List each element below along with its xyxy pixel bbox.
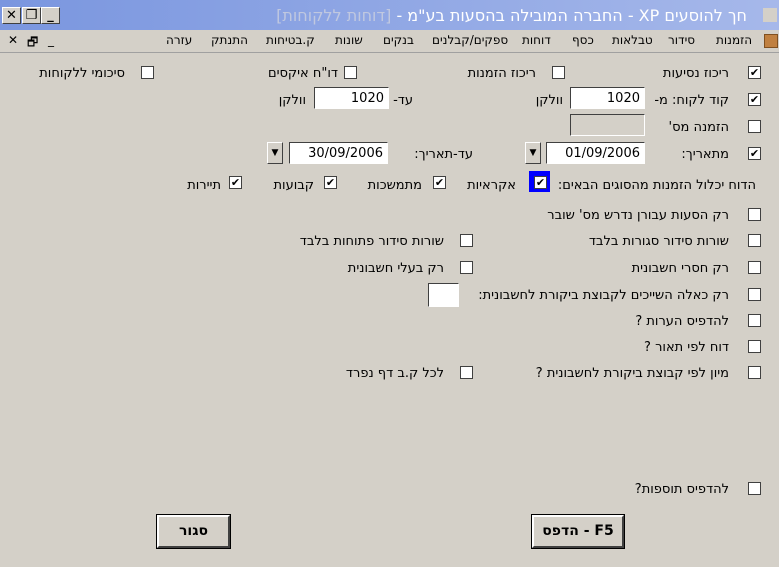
restore-window-button[interactable]: ❐ — [22, 7, 41, 24]
by-desc-checkbox[interactable] — [748, 340, 761, 353]
group-label: רק כאלה השייכים לקבוצת ביקורת לחשבונית: — [478, 288, 729, 303]
app-icon — [763, 8, 777, 22]
sort-group-checkbox[interactable] — [748, 366, 761, 379]
with-invoices-checkbox[interactable] — [460, 261, 473, 274]
from-date-label: מתאריך: — [681, 147, 729, 162]
menu-arrangement[interactable]: סידור — [668, 33, 695, 47]
menu-reports[interactable]: דוחות — [522, 33, 551, 47]
type-random-label: אקראיות — [467, 178, 516, 193]
with-invoices-label: רק בעלי חשבונית — [347, 261, 444, 276]
type-tourism-checkbox[interactable]: ✔ — [229, 176, 242, 189]
print-extras-label: להדפיס תוספות? — [634, 482, 729, 497]
type-fixed-label: קבועות — [273, 178, 314, 193]
title-bar: ✕ ❐ _ חך להוסעים XP - החברה המובילה בהסע… — [0, 0, 779, 30]
closed-lines-label: שורות סידור סגורות בלבד — [588, 234, 729, 249]
mdi-close-button[interactable]: ✕ — [8, 33, 18, 47]
from-date-checkbox[interactable]: ✔ — [748, 147, 761, 160]
minimize-window-button[interactable]: _ — [41, 7, 60, 24]
title-main: חך להוסעים XP - החברה המובילה בהסעות בע"… — [391, 6, 747, 25]
to-label: עד- — [393, 93, 413, 108]
print-button[interactable]: הדפס - F5 — [531, 514, 625, 549]
report-includes-label: הדוח יכלול הזמנות מהסוגים הבאים: — [557, 178, 756, 193]
customer-from-input[interactable] — [570, 87, 645, 109]
by-desc-label: דוח לפי תאור ? — [644, 340, 729, 355]
from-date-dropdown-button[interactable]: ▼ — [525, 142, 541, 164]
customer-code-checkbox[interactable]: ✔ — [748, 93, 761, 106]
window-title: חך להוסעים XP - החברה המובילה בהסעות בע"… — [276, 6, 747, 25]
type-fixed-checkbox[interactable]: ✔ — [324, 176, 337, 189]
mdi-restore-button[interactable]: 🗗 — [27, 33, 38, 54]
order-no-checkbox[interactable] — [748, 120, 761, 133]
menu-banks[interactable]: בנקים — [383, 33, 414, 47]
mdi-app-icon — [764, 34, 778, 48]
menu-bar: ✕ 🗗 _ הזמנות סידור טבלאות כסף דוחות ספקי… — [0, 30, 779, 53]
title-bracket: [דוחות ללקוחות] — [276, 6, 392, 25]
type-tourism-label: תיירות — [187, 178, 221, 193]
close-button[interactable]: סגור — [156, 514, 231, 549]
order-no-label: הזמנה מס' — [668, 120, 730, 135]
to-date-input[interactable] — [289, 142, 388, 164]
menu-safety[interactable]: ק.בטיחות — [266, 33, 315, 47]
to-date-label: עד-תאריך: — [414, 147, 473, 162]
doch-excel-checkbox[interactable] — [344, 66, 357, 79]
rikuz-hazmanot-label: ריכוז הזמנות — [467, 66, 536, 81]
customer-from-name: וולקן — [535, 93, 563, 108]
close-window-button[interactable]: ✕ — [2, 7, 21, 24]
rikuz-nesiot-label: ריכוז נסיעות — [662, 66, 729, 81]
print-notes-label: להדפיס הערות ? — [635, 314, 729, 329]
open-lines-checkbox[interactable] — [460, 234, 473, 247]
each-page-checkbox[interactable] — [460, 366, 473, 379]
type-random-checkbox[interactable]: ✔ — [534, 176, 547, 189]
sikumei-label: סיכומי ללקוחות — [39, 66, 125, 81]
group-input[interactable] — [428, 283, 459, 307]
mdi-minimize-button[interactable]: _ — [48, 33, 54, 47]
overtime-checkbox[interactable] — [748, 208, 761, 221]
menu-orders[interactable]: הזמנות — [716, 33, 752, 47]
no-invoices-label: רק חסרי חשבונית — [631, 261, 729, 276]
type-continuous-label: מתמשכות — [367, 178, 422, 193]
rikuz-hazmanot-checkbox[interactable] — [552, 66, 565, 79]
menu-money[interactable]: כסף — [572, 33, 594, 47]
group-checkbox[interactable] — [748, 288, 761, 301]
customer-to-input[interactable] — [314, 87, 389, 109]
sort-group-label: מיון לפי קבוצת ביקורת לחשבונית ? — [535, 366, 729, 381]
order-no-input[interactable] — [570, 114, 645, 136]
no-invoices-checkbox[interactable] — [748, 261, 761, 274]
open-lines-label: שורות סידור פתוחות בלבד — [299, 234, 444, 249]
to-date-dropdown-button[interactable]: ▼ — [267, 142, 283, 164]
print-notes-checkbox[interactable] — [748, 314, 761, 327]
closed-lines-checkbox[interactable] — [748, 234, 761, 247]
each-page-label: לכל ק.ב דף נפרד — [345, 366, 444, 381]
rikuz-nesiot-checkbox[interactable]: ✔ — [748, 66, 761, 79]
overtime-label: רק הסעות עבורן נדרש מס' שובר — [547, 208, 729, 223]
from-date-input[interactable] — [546, 142, 645, 164]
print-extras-checkbox[interactable] — [748, 482, 761, 495]
menu-tables[interactable]: טבלאות — [612, 33, 653, 47]
menu-logout[interactable]: התנתק — [211, 33, 248, 47]
menu-misc[interactable]: שונות — [335, 33, 363, 47]
sikumei-checkbox[interactable] — [141, 66, 154, 79]
customer-to-name: וולקן — [278, 93, 306, 108]
type-continuous-checkbox[interactable]: ✔ — [433, 176, 446, 189]
customer-code-label: קוד לקוח: מ- — [654, 93, 729, 108]
doch-excel-label: דו"ח איקסים — [267, 66, 338, 81]
menu-suppliers[interactable]: ספקים/קבלנים — [432, 33, 508, 47]
menu-help[interactable]: עזרה — [166, 33, 192, 47]
